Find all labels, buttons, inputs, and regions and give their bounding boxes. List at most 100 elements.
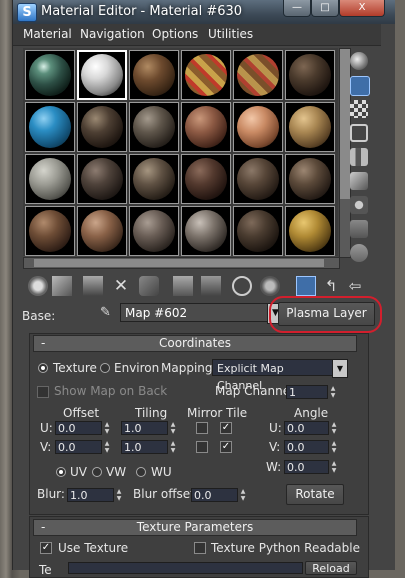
material-sphere-preview xyxy=(289,158,331,200)
go-to-parent-icon[interactable] xyxy=(296,276,316,296)
wu-radio[interactable] xyxy=(136,467,146,477)
put-to-library-icon[interactable] xyxy=(173,276,193,296)
offset-u-spinner[interactable]: 0.0 xyxy=(55,421,102,435)
material-id-channel-icon[interactable] xyxy=(201,276,221,296)
blur-offset-spinner-arrows-icon[interactable]: ▲ ▼ xyxy=(239,488,247,502)
minimize-button[interactable]: — xyxy=(283,0,311,17)
sample-slot[interactable] xyxy=(77,206,127,256)
offset-v-spinner[interactable]: 0.0 xyxy=(55,440,102,454)
select-by-material-icon[interactable] xyxy=(350,220,368,238)
close-button[interactable]: X xyxy=(339,0,385,17)
menu-options[interactable]: Options xyxy=(152,27,198,41)
sample-uv-tiling-icon[interactable] xyxy=(350,124,368,142)
tiling-u-spinner-arrows-icon[interactable]: ▲ ▼ xyxy=(169,421,177,435)
mirror-u-checkbox[interactable] xyxy=(196,422,208,434)
angle-w-spinner[interactable]: 0.0 xyxy=(284,460,329,474)
assign-material-to-selection-icon[interactable] xyxy=(83,276,103,296)
sample-slot[interactable] xyxy=(233,50,283,100)
menu-material[interactable]: Material xyxy=(23,27,72,41)
pick-eyedropper-icon[interactable]: ✎ xyxy=(98,305,113,320)
sample-slot[interactable] xyxy=(285,206,335,256)
tile-u-checkbox[interactable]: ✓ xyxy=(220,422,232,434)
uv-radio[interactable] xyxy=(56,467,66,477)
sample-slot[interactable] xyxy=(181,206,231,256)
pick-material-from-object-icon[interactable]: ⇦ xyxy=(345,276,365,296)
vw-radio[interactable] xyxy=(92,467,102,477)
reload-button[interactable]: Reload xyxy=(305,561,357,575)
material-editor-window: S Material Editor - Material #630 — □ X … xyxy=(12,0,395,578)
map-channel-spinner-arrows-icon[interactable]: ▲ ▼ xyxy=(329,385,337,399)
material-sphere-preview xyxy=(237,106,279,148)
sample-slot[interactable] xyxy=(25,102,75,152)
sample-slot[interactable] xyxy=(25,154,75,204)
map-channel-spinner[interactable]: 1 xyxy=(286,385,328,399)
blur-spinner[interactable]: 1.0 xyxy=(67,488,114,502)
title-bar[interactable]: S Material Editor - Material #630 — □ X xyxy=(13,0,395,24)
texture-parameters-rollout-header[interactable]: - Texture Parameters xyxy=(33,519,357,536)
put-material-to-scene-icon[interactable] xyxy=(52,276,72,296)
environ-radio[interactable] xyxy=(100,363,110,373)
material-map-navigator-icon[interactable] xyxy=(350,244,368,262)
options-icon[interactable] xyxy=(350,196,368,214)
mirror-v-checkbox[interactable] xyxy=(196,441,208,453)
sample-slot[interactable] xyxy=(181,50,231,100)
blur-offset-spinner[interactable]: 0.0 xyxy=(191,488,238,502)
material-sphere-preview xyxy=(289,210,331,252)
sample-slot[interactable] xyxy=(77,50,127,100)
menu-utilities[interactable]: Utilities xyxy=(208,27,253,41)
sample-slot[interactable] xyxy=(25,206,75,256)
sample-slot[interactable] xyxy=(129,50,179,100)
texture-python-readable-checkbox[interactable] xyxy=(194,542,206,554)
sample-slot[interactable] xyxy=(233,102,283,152)
make-preview-icon[interactable] xyxy=(350,172,368,190)
make-material-copy-icon[interactable] xyxy=(139,276,159,296)
sample-slot[interactable] xyxy=(129,154,179,204)
angle-v-spinner[interactable]: 0.0 xyxy=(284,440,329,454)
sample-slot[interactable] xyxy=(129,102,179,152)
angle-u-spinner-arrows-icon[interactable]: ▲ ▼ xyxy=(330,421,338,435)
sample-slot[interactable] xyxy=(233,206,283,256)
sample-slot[interactable] xyxy=(181,154,231,204)
sample-slot[interactable] xyxy=(77,102,127,152)
video-color-check-icon[interactable] xyxy=(350,148,368,166)
angle-v-spinner-arrows-icon[interactable]: ▲ ▼ xyxy=(330,440,338,454)
maximize-button[interactable]: □ xyxy=(311,0,339,17)
sample-slot[interactable] xyxy=(233,154,283,204)
tiling-v-spinner[interactable]: 1.0 xyxy=(121,440,168,454)
angle-w-spinner-arrows-icon[interactable]: ▲ ▼ xyxy=(330,460,338,474)
menu-navigation[interactable]: Navigation xyxy=(80,27,145,41)
reset-map-icon[interactable]: ✕ xyxy=(111,276,131,296)
rotate-button[interactable]: Rotate xyxy=(286,484,344,505)
coordinates-rollout-header[interactable]: - Coordinates xyxy=(33,335,357,352)
tile-v-checkbox[interactable]: ✓ xyxy=(220,441,232,453)
blur-spinner-arrows-icon[interactable]: ▲ ▼ xyxy=(115,488,123,502)
background-checker-icon[interactable] xyxy=(350,100,368,118)
sample-slot[interactable] xyxy=(129,206,179,256)
tiling-v-spinner-arrows-icon[interactable]: ▲ ▼ xyxy=(169,440,177,454)
backlight-icon[interactable] xyxy=(350,76,370,96)
mapping-dropdown[interactable]: Explicit Map Channel xyxy=(212,359,333,392)
show-end-result-icon[interactable] xyxy=(260,276,280,296)
texture-radio[interactable] xyxy=(38,363,48,373)
sample-slot[interactable] xyxy=(285,154,335,204)
sample-slot-horizontal-scrollbar[interactable] xyxy=(23,257,340,269)
map-name-field[interactable]: Map #602 xyxy=(120,303,268,322)
get-material-icon[interactable] xyxy=(28,276,48,296)
sample-slot[interactable] xyxy=(285,102,335,152)
sample-slot[interactable] xyxy=(181,102,231,152)
sample-slot[interactable] xyxy=(25,50,75,100)
texture-path-field[interactable] xyxy=(68,562,303,574)
sample-slot[interactable] xyxy=(77,154,127,204)
offset-u-spinner-arrows-icon[interactable]: ▲ ▼ xyxy=(103,421,111,435)
red-highlight-annotation xyxy=(269,296,382,333)
mapping-dropdown-arrow-icon[interactable]: ▼ xyxy=(332,359,348,378)
use-texture-checkbox[interactable]: ✓ xyxy=(40,542,52,554)
sample-slot[interactable] xyxy=(285,50,335,100)
go-forward-to-sibling-icon[interactable]: ↰ xyxy=(321,276,341,296)
show-map-in-viewport-icon[interactable] xyxy=(232,276,252,296)
offset-v-spinner-arrows-icon[interactable]: ▲ ▼ xyxy=(103,440,111,454)
show-map-on-back-checkbox[interactable] xyxy=(37,386,49,398)
tiling-u-spinner[interactable]: 1.0 xyxy=(121,421,168,435)
sample-type-icon[interactable] xyxy=(350,52,368,70)
angle-u-spinner[interactable]: 0.0 xyxy=(284,421,329,435)
